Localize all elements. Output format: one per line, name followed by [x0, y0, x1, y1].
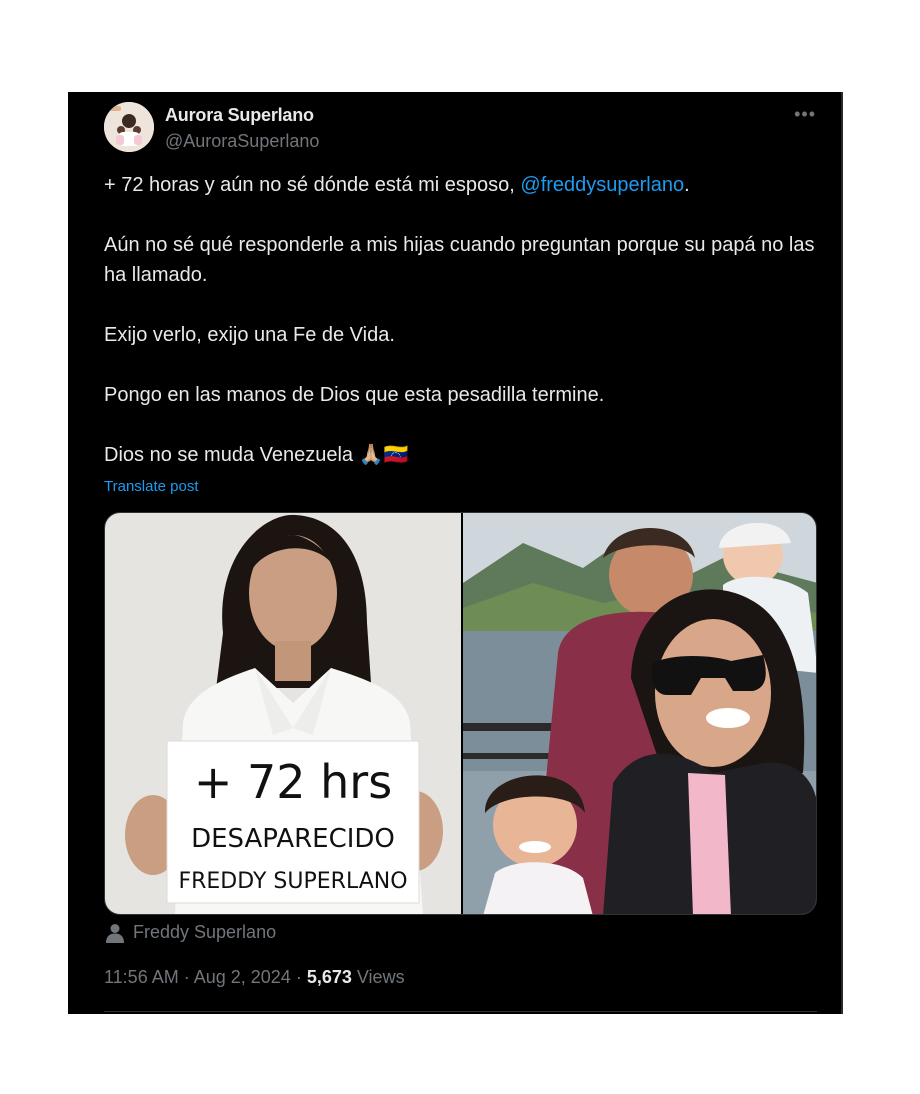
sign-line-2: DESAPARECIDO	[191, 824, 395, 854]
tweet-paragraph-3: Exijo verlo, exijo una Fe de Vida.	[104, 324, 395, 346]
photo-sign[interactable]: + 72 hrs DESAPARECIDO FREDDY SUPERLANO	[105, 513, 461, 914]
translate-post-link[interactable]: Translate post	[104, 478, 199, 495]
photo-family[interactable]	[463, 513, 816, 914]
views-label: Views	[351, 967, 405, 987]
tweet-paragraph-1: + 72 horas y aún no sé dónde está mi esp…	[104, 170, 820, 200]
author-avatar[interactable]	[104, 102, 154, 152]
post-date[interactable]: Aug 2, 2024	[194, 967, 291, 987]
tweet-paragraph-2: Aún no sé qué responderle a mis hijas cu…	[104, 234, 815, 286]
author-handle[interactable]: @AuroraSuperlano	[165, 131, 319, 152]
tweet-paragraph-4: Pongo en las manos de Dios que esta pesa…	[104, 384, 605, 406]
meta-separator-2: ·	[290, 967, 307, 987]
post-time[interactable]: 11:56 AM	[104, 967, 179, 987]
tweet-text: + 72 horas y aún no sé dónde está mi esp…	[104, 170, 820, 500]
sign-line-1: + 72 hrs	[194, 755, 392, 809]
tagged-person-name: Freddy Superlano	[133, 922, 277, 942]
tweet-paragraph-5: Dios no se muda Venezuela 🙏🏼🇻🇪	[104, 444, 409, 466]
media-grid: + 72 hrs DESAPARECIDO FREDDY SUPERLANO	[104, 512, 817, 915]
author-name[interactable]: Aurora Superlano	[165, 105, 314, 126]
tweet-meta: 11:56 AM · Aug 2, 2024 · 5,673 Views	[104, 967, 405, 988]
sign-line-3: FREDDY SUPERLANO	[178, 869, 407, 894]
tweet-header: Aurora Superlano @AuroraSuperlano •••	[104, 102, 820, 152]
paragraph-1-text: + 72 horas y aún no sé dónde está mi esp…	[104, 174, 521, 196]
person-tag-icon	[106, 924, 124, 943]
divider	[104, 1011, 817, 1012]
meta-separator-1: ·	[178, 967, 194, 987]
more-dots-icon[interactable]: •••	[794, 104, 816, 125]
views-count: 5,673	[306, 967, 352, 987]
paragraph-1-suffix: .	[684, 174, 690, 196]
mention-link[interactable]: @freddysuperlano	[520, 174, 684, 196]
